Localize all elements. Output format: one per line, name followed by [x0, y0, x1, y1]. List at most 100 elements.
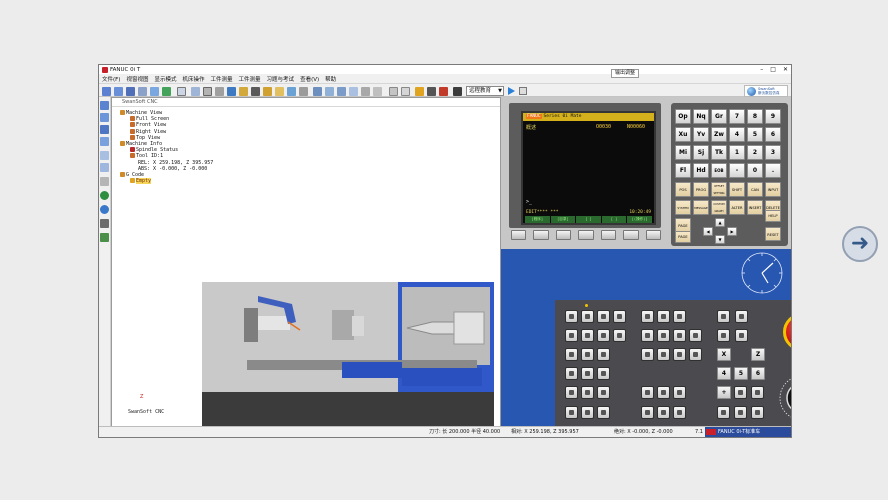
op-btn-m01[interactable] — [581, 367, 594, 380]
op-btn-axis-4[interactable] — [735, 329, 748, 342]
softkey-1[interactable] — [533, 230, 549, 240]
tree-node-empty[interactable]: Empty — [120, 178, 213, 185]
measure-icon[interactable] — [275, 87, 284, 96]
minimize-icon[interactable]: – — [760, 65, 763, 74]
op-btn-f25[interactable] — [657, 348, 670, 361]
view-front-icon[interactable] — [100, 101, 109, 110]
op-btn-single[interactable] — [565, 348, 578, 361]
key-5[interactable]: 5 — [747, 127, 763, 142]
stock-icon[interactable] — [239, 87, 248, 96]
op-btn-x1000[interactable] — [689, 329, 702, 342]
op-btn-aux2[interactable] — [657, 386, 670, 399]
op-btn-axis-2[interactable] — [735, 310, 748, 323]
key-offset-setting[interactable]: OFFSET SETTING — [711, 182, 727, 197]
op-btn-ref[interactable] — [565, 329, 578, 342]
key-page-down[interactable]: PAGE — [675, 231, 691, 243]
op-btn-light[interactable] — [597, 386, 610, 399]
key-insert[interactable]: INSERT — [747, 200, 763, 215]
op-btn-rapid[interactable] — [734, 386, 747, 399]
jog-x-button[interactable]: X — [717, 348, 731, 361]
key-system[interactable]: SYSTEM — [675, 200, 691, 215]
refresh-icon[interactable] — [162, 87, 171, 96]
menu-file[interactable]: 文件(F) — [102, 75, 120, 83]
op-btn-f0[interactable] — [641, 348, 654, 361]
op-btn-hnd[interactable] — [613, 329, 626, 342]
op-btn-aux5[interactable] — [657, 406, 670, 419]
menu-display[interactable]: 显示模式 — [154, 75, 176, 83]
machine-viewport[interactable]: SwanSoft CNC Machine View Full Screen Fr… — [111, 97, 501, 428]
jog-6-button[interactable]: 6 — [751, 367, 765, 380]
wheel-icon[interactable] — [337, 87, 346, 96]
key-reset[interactable]: RESET — [765, 227, 781, 241]
key-8[interactable]: 8 — [747, 109, 763, 124]
zoom-in-icon[interactable] — [100, 151, 109, 160]
op-btn-minus[interactable] — [751, 386, 764, 399]
softkey-4[interactable] — [600, 230, 617, 240]
op-btn-dnc[interactable] — [613, 310, 626, 323]
menu-query[interactable]: 查看(V) — [300, 75, 319, 83]
zoom-icon[interactable] — [150, 87, 159, 96]
key-h[interactable]: Hd — [693, 163, 709, 178]
key-prog[interactable]: PROG — [693, 182, 709, 197]
op-btn-hold[interactable] — [581, 406, 594, 419]
key-x[interactable]: Xu — [675, 127, 691, 142]
op-btn-jog-b[interactable] — [734, 406, 747, 419]
key-cursor-up[interactable]: ▲ — [715, 218, 725, 227]
key-t[interactable]: Tk — [711, 145, 727, 160]
key-input[interactable]: INPUT — [765, 182, 781, 197]
op-btn-inc[interactable] — [597, 329, 610, 342]
layers-icon[interactable] — [100, 219, 109, 228]
op-btn-jog-c[interactable] — [751, 406, 764, 419]
output-adjust-button[interactable]: 输出调整 — [611, 69, 640, 78]
new-icon[interactable] — [102, 87, 111, 96]
network-icon[interactable] — [453, 87, 462, 96]
op-btn-jog-a[interactable] — [717, 406, 730, 419]
key-n[interactable]: Nq — [693, 109, 709, 124]
op-btn-start[interactable] — [565, 406, 578, 419]
op-btn-spindle-cw[interactable] — [641, 310, 654, 323]
play-icon[interactable] — [508, 87, 515, 95]
mode-select[interactable]: 远程教育 ▼ — [466, 86, 504, 96]
op-btn-aux1[interactable] — [641, 386, 654, 399]
emergency-stop-button[interactable] — [783, 313, 791, 351]
key-o[interactable]: Op — [675, 109, 691, 124]
globe-view-icon[interactable] — [100, 191, 109, 200]
key-message[interactable]: MESSAGE — [693, 200, 709, 215]
jog-plus-button[interactable]: + — [717, 386, 731, 399]
op-btn-skip[interactable] — [581, 348, 594, 361]
coolant-icon[interactable] — [287, 87, 296, 96]
op-btn-auto[interactable] — [565, 310, 578, 323]
op-btn-restart[interactable] — [597, 367, 610, 380]
key-shift[interactable]: SHIFT — [729, 182, 745, 197]
op-btn-edit[interactable] — [581, 310, 594, 323]
key-4[interactable]: 4 — [729, 127, 745, 142]
maximize-icon[interactable]: □ — [770, 65, 776, 74]
op-btn-f50[interactable] — [673, 348, 686, 361]
key-z[interactable]: Zw — [711, 127, 727, 142]
save-icon[interactable] — [126, 87, 135, 96]
cover-icon[interactable] — [299, 87, 308, 96]
key-0[interactable]: 0 — [747, 163, 763, 178]
menu-view[interactable]: 视窗视图 — [126, 75, 148, 83]
key-cursor-right[interactable]: ▶ — [727, 227, 737, 236]
screen-icon[interactable] — [415, 87, 424, 96]
window-icon[interactable] — [191, 87, 200, 96]
clamp-icon[interactable] — [263, 87, 272, 96]
key-help[interactable]: HELP — [765, 210, 781, 222]
chip-icon[interactable] — [313, 87, 322, 96]
copy-icon[interactable] — [361, 87, 370, 96]
key-eob[interactable]: EOB — [711, 163, 727, 178]
key-2[interactable]: 2 — [747, 145, 763, 160]
op-btn-cool[interactable] — [565, 386, 578, 399]
ruler-icon[interactable] — [401, 87, 410, 96]
op-btn-axis-3[interactable] — [717, 329, 730, 342]
op-btn-dry[interactable] — [597, 348, 610, 361]
softkey-right-arrow[interactable] — [645, 230, 661, 240]
op-btn-axis-1[interactable] — [717, 310, 730, 323]
zoom-out-icon[interactable] — [100, 163, 109, 172]
paste-icon[interactable] — [373, 87, 382, 96]
key-f[interactable]: Fl — [675, 163, 691, 178]
probe-icon[interactable] — [349, 87, 358, 96]
op-btn-f100[interactable] — [689, 348, 702, 361]
softkey-2[interactable] — [555, 230, 572, 240]
